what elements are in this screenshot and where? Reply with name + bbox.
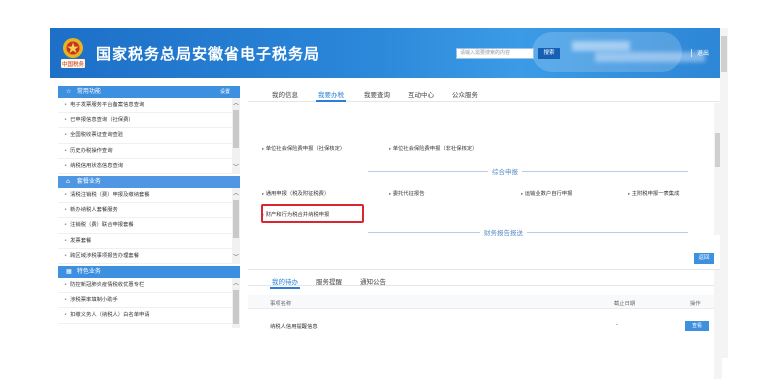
tax-emblem-icon: 中国税务	[61, 38, 85, 68]
sidebar-item[interactable]: 新办纳税人套餐服务	[58, 203, 232, 219]
sidebar-item[interactable]: 跨区域涉税事项报告办理套餐	[58, 249, 232, 264]
link-main-sub-tax[interactable]: 主附税申报一表集成	[628, 189, 680, 197]
highlight-box	[261, 204, 364, 223]
link-transport-declaration[interactable]: 运输业数户自行申报	[521, 189, 573, 197]
link-general-declaration[interactable]: 通用申报（税及附征税费）	[262, 189, 330, 197]
link-social-insurance-2[interactable]: 单位社会保险费申报（非社保核定）	[389, 144, 478, 152]
scroll-thumb[interactable]	[233, 110, 239, 148]
view-button[interactable]: 查看	[685, 321, 709, 331]
task-name: 纳税人信用提醒信息	[270, 324, 318, 330]
header-separator	[691, 49, 692, 57]
sidebar-item[interactable]: 全国税收票证查询查验	[58, 128, 232, 144]
blurred-user-info-2	[595, 52, 705, 62]
tab-my-info[interactable]: 我的信息	[272, 89, 298, 99]
sidebar-section-common[interactable]: ☆ 常用功能 设置	[58, 86, 240, 98]
task-panel: 我的待办 服务提醒 通知公告 事项名称 截止日期 操作 纳税人信用提醒信息 - …	[248, 269, 722, 379]
section-title: 常用功能	[76, 88, 101, 95]
home-icon: ⌂	[66, 178, 70, 185]
blurred-user-info	[572, 41, 630, 51]
emblem-text: 中国税务	[62, 60, 85, 68]
star-icon: ☆	[66, 88, 72, 95]
tab-interaction[interactable]: 互动中心	[408, 89, 434, 99]
link-social-insurance-1[interactable]: 单位社会保险费申报（社保核定）	[262, 144, 345, 152]
chevron-down-icon[interactable]: ﹀	[233, 164, 239, 171]
chevron-down-icon[interactable]: ﹀	[233, 254, 239, 261]
column-header-name: 事项名称	[270, 301, 292, 307]
sidebar-item[interactable]: 涉税票率填制小助手	[58, 293, 232, 309]
sidebar-scrollbar[interactable]: ︿	[232, 278, 240, 328]
grid-icon: ▦	[66, 268, 72, 275]
sidebar-item[interactable]: 防控新冠肺炎疫情税收优惠专栏	[58, 278, 232, 294]
main-tabs: 我的信息 我要办税 我要查询 互动中心 公众服务	[248, 86, 722, 102]
task-deadline: -	[616, 322, 618, 328]
sidebar-list-special: 防控新冠肺炎疫情税收优惠专栏 涉税票率填制小助手 扣缴义务人（纳税人）白名单申请	[58, 278, 240, 324]
site-header: 中国税务 国家税务总局安徽省电子税务局 请输入需要搜索的内容 搜索 退出	[50, 28, 722, 78]
sidebar-list-package: 清税注销税（费）申报及缴纳套餐 新办纳税人套餐服务 注销税（费）联合申报套餐 发…	[58, 188, 240, 264]
scroll-thumb[interactable]	[233, 290, 239, 324]
sidebar-section-package[interactable]: ⌂ 套餐业务	[58, 176, 240, 188]
table-header: 事项名称 截止日期 操作	[248, 295, 714, 309]
task-tabs: 我的待办 服务提醒 通知公告	[248, 270, 714, 289]
sidebar-scrollbar[interactable]: ︿ ﹀	[232, 188, 240, 264]
sidebar-item[interactable]: 已申报信息查询（社保费）	[58, 113, 232, 129]
section-divider	[368, 171, 688, 172]
sidebar-section-special[interactable]: ▦ 特色业务	[58, 266, 240, 278]
chevron-up-icon[interactable]: ︿	[233, 280, 239, 287]
exit-link[interactable]: 退出	[697, 48, 709, 57]
section-divider	[368, 232, 688, 233]
tab-public-service[interactable]: 公众服务	[452, 89, 478, 99]
sidebar-item[interactable]: 清税注销税（费）申报及缴纳套餐	[58, 188, 232, 204]
back-button[interactable]: 返回	[694, 253, 714, 264]
tab-query[interactable]: 我要查询	[364, 89, 390, 99]
chevron-up-icon[interactable]: ︿	[233, 100, 239, 107]
settings-link[interactable]: 设置	[220, 86, 230, 98]
section-title: 套餐业务	[76, 178, 101, 185]
tab-notice[interactable]: 通知公告	[360, 276, 386, 286]
column-header-action: 操作	[690, 301, 701, 307]
portal-frame: 中国税务 国家税务总局安徽省电子税务局 请输入需要搜索的内容 搜索 退出 ☆ 常…	[50, 28, 722, 379]
tab-tax-handling[interactable]: 我要办税	[316, 89, 346, 102]
sidebar-item[interactable]: 历史办税操作查询	[58, 144, 232, 159]
sidebar-item[interactable]: 发票套餐	[58, 234, 232, 249]
column-header-deadline: 截止日期	[614, 301, 636, 307]
scroll-thumb[interactable]	[721, 36, 727, 72]
tab-service-reminder[interactable]: 服务提醒	[316, 276, 342, 286]
chevron-up-icon[interactable]: ︿	[233, 190, 239, 197]
sidebar-list-common: 电子发票服务平台备案信息查询 已申报信息查询（社保费） 全国税收票证查询查验 历…	[58, 98, 240, 174]
sidebar-item[interactable]: 电子发票服务平台备案信息查询	[58, 98, 232, 114]
section-title: 特色业务	[76, 268, 101, 275]
sidebar-item[interactable]: 扣缴义务人（纳税人）白名单申请	[58, 308, 232, 324]
sidebar-item[interactable]: 注销税（费）联合申报套餐	[58, 218, 232, 234]
site-title: 国家税务总局安徽省电子税务局	[96, 45, 321, 63]
sidebar: ☆ 常用功能 设置 电子发票服务平台备案信息查询 已申报信息查询（社保费） 全国…	[58, 86, 240, 378]
tab-my-todo[interactable]: 我的待办	[270, 276, 300, 289]
search-button[interactable]: 搜索	[538, 48, 560, 59]
link-entrusted-collection[interactable]: 委托代征报告	[389, 189, 425, 197]
sidebar-scrollbar[interactable]: ︿ ﹀	[232, 98, 240, 174]
main-panel: 我的信息 我要办税 我要查询 互动中心 公众服务 单位社会保险费申报（社保核定）…	[248, 86, 722, 379]
section-title-financial: 财务报告报送	[480, 227, 527, 237]
page-scrollbar[interactable]	[720, 28, 728, 358]
sidebar-item[interactable]: 纳税信用状态信息查询	[58, 159, 232, 174]
search-input[interactable]: 请输入需要搜索的内容	[456, 48, 534, 59]
scroll-thumb[interactable]	[233, 200, 239, 238]
section-title-comprehensive: 综合申报	[488, 166, 522, 176]
